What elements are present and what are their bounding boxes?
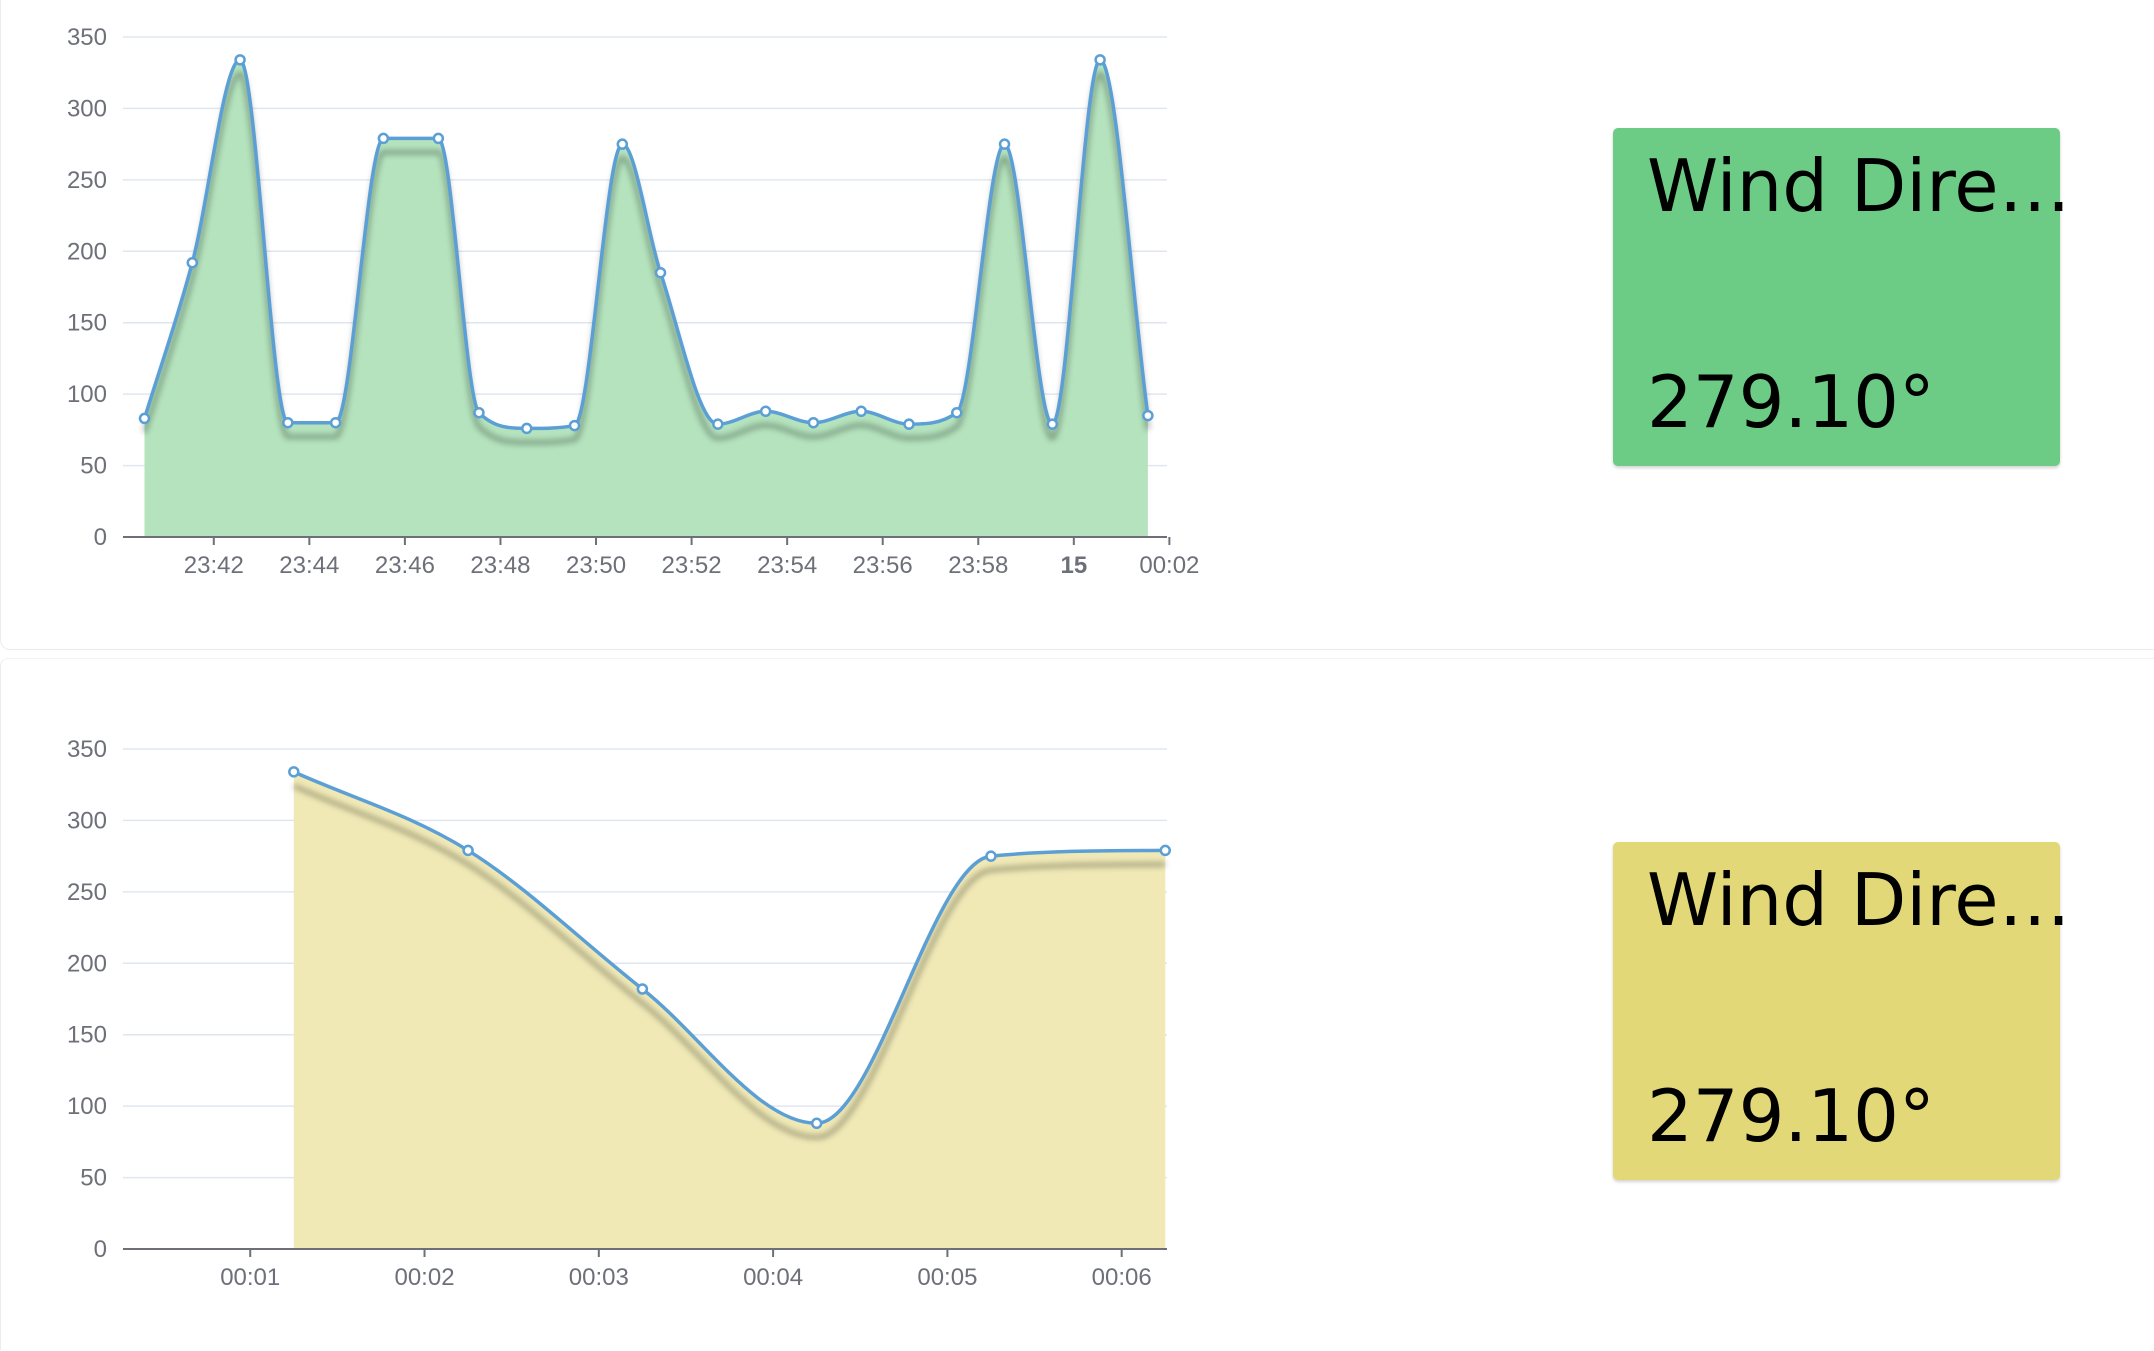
y-tick-label: 300 [67, 807, 107, 834]
data-point[interactable] [636, 983, 649, 995]
y-tick-label: 250 [67, 167, 107, 194]
data-point[interactable] [807, 416, 820, 429]
y-tick-label: 250 [67, 879, 107, 906]
data-point[interactable] [520, 422, 533, 435]
data-point[interactable] [1159, 844, 1172, 857]
data-point[interactable] [234, 54, 246, 66]
series-area [144, 59, 1148, 538]
data-point[interactable] [903, 418, 915, 430]
data-point[interactable] [138, 412, 151, 425]
data-point[interactable] [282, 416, 294, 429]
data-point[interactable] [462, 844, 474, 857]
data-point[interactable] [654, 266, 667, 279]
y-tick-label: 200 [67, 950, 107, 977]
y-tick-label: 0 [94, 1236, 107, 1263]
data-point[interactable] [951, 406, 963, 419]
data-point[interactable] [186, 256, 199, 269]
data-point[interactable] [377, 132, 390, 145]
data-point[interactable] [855, 405, 867, 418]
x-tick-label: 23:58 [948, 552, 1008, 579]
y-tick-label: 100 [67, 381, 107, 408]
data-point[interactable] [329, 416, 342, 429]
data-point[interactable] [1046, 418, 1059, 430]
x-tick-label: 23:42 [184, 552, 244, 579]
data-point[interactable] [759, 405, 772, 418]
wind-direction-area-chart-1: 0 50 100 150 200 250 300 350 23:42 23:44 23:46 23:4… [67, 24, 1199, 579]
x-tick-label: 00:02 [1139, 552, 1199, 579]
stat-card-title: Wind Dire… [1647, 858, 2071, 942]
x-tick-label: 23:48 [470, 552, 530, 579]
y-tick-label: 150 [67, 310, 107, 337]
y-tick-label: 50 [80, 1165, 107, 1192]
data-point[interactable] [616, 138, 629, 150]
x-tick-label: 15 [1060, 552, 1087, 579]
stat-card-value: 279.10° [1647, 360, 1935, 444]
data-point[interactable] [810, 1117, 823, 1130]
data-point[interactable] [712, 418, 724, 430]
stat-card-value: 279.10° [1647, 1074, 1935, 1158]
y-tick-label: 350 [67, 24, 107, 51]
y-tick-label: 200 [67, 238, 107, 265]
x-tick-label: 00:03 [569, 1264, 629, 1291]
data-point[interactable] [473, 406, 485, 419]
x-tick-label: 00:04 [743, 1264, 803, 1291]
y-tick-label: 0 [94, 524, 107, 551]
wind-direction-area-chart-2: 0 50 100 150 200 250 300 350 00:01 00:02 00:03 00:0… [67, 736, 1172, 1291]
wind-direction-stat-card-2[interactable]: Wind Dire… 279.10° [1613, 842, 2071, 1180]
data-point[interactable] [288, 766, 300, 778]
stat-card-title: Wind Dire… [1647, 144, 2071, 228]
series-area [293, 771, 1166, 1249]
x-tick-label: 00:01 [220, 1264, 280, 1291]
chart-panel-2: 0 50 100 150 200 250 300 350 00:01 00:02 00:03 00:0… [0, 658, 2154, 1350]
data-point[interactable] [1142, 409, 1154, 422]
x-tick-label: 23:52 [662, 552, 722, 579]
x-tick-label: 23:54 [757, 552, 817, 579]
data-point[interactable] [985, 850, 997, 862]
x-tick-label: 23:56 [853, 552, 913, 579]
data-point[interactable] [432, 132, 445, 145]
data-point[interactable] [568, 419, 581, 432]
x-tick-label: 23:50 [566, 552, 626, 579]
y-tick-label: 50 [80, 453, 107, 480]
y-tick-label: 300 [67, 95, 107, 122]
y-tick-label: 150 [67, 1022, 107, 1049]
chart-panel-1: 0 50 100 150 200 250 300 350 23:42 23:44 23:46 23:4… [0, 0, 2154, 650]
wind-direction-stat-card-1[interactable]: Wind Dire… 279.10° [1613, 128, 2071, 466]
x-tick-label: 00:02 [394, 1264, 454, 1291]
y-tick-label: 350 [67, 736, 107, 763]
x-tick-label: 00:06 [1092, 1264, 1152, 1291]
data-point[interactable] [998, 138, 1011, 150]
x-tick-label: 00:05 [917, 1264, 977, 1291]
y-tick-label: 100 [67, 1093, 107, 1120]
x-tick-label: 23:46 [375, 552, 435, 579]
data-point[interactable] [1094, 54, 1106, 66]
x-tick-label: 23:44 [279, 552, 339, 579]
